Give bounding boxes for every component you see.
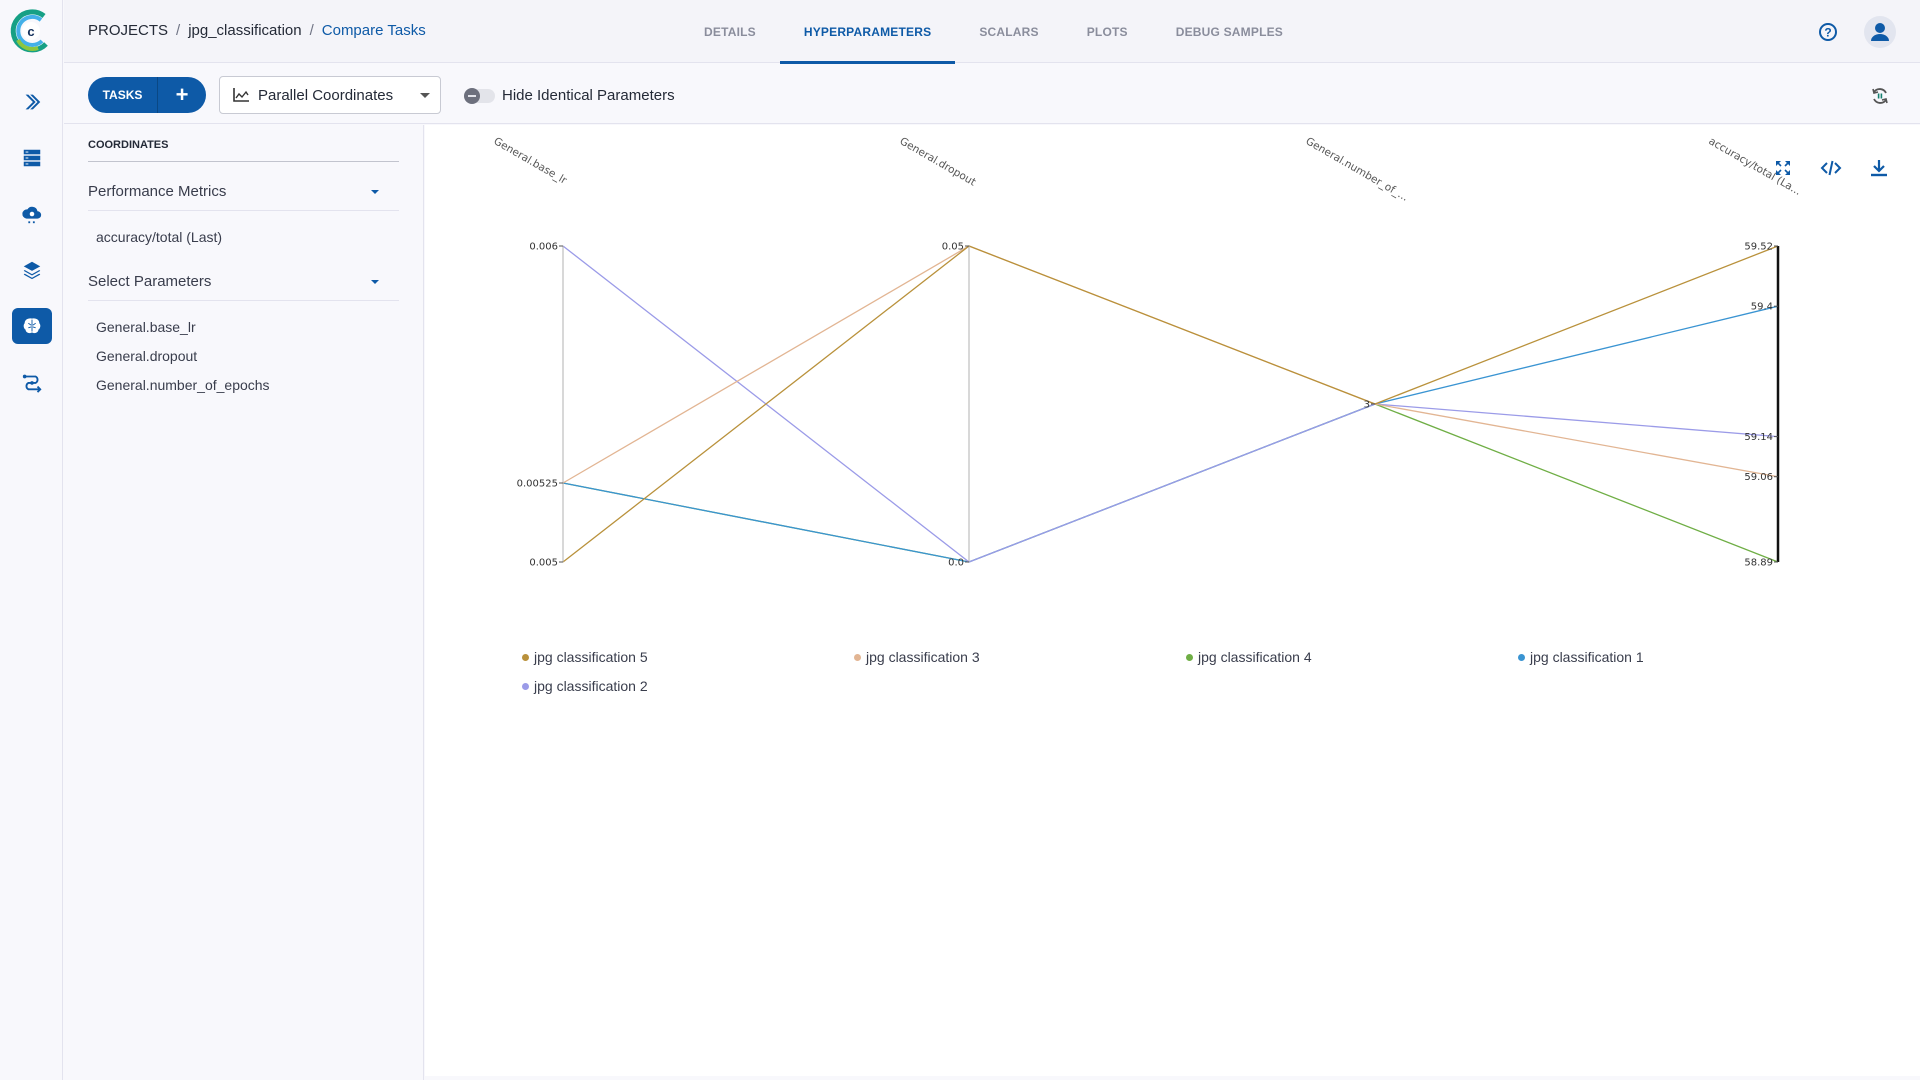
view-select-value: Parallel Coordinates xyxy=(258,86,394,104)
nav-workflows[interactable] xyxy=(12,364,52,400)
series-line[interactable] xyxy=(562,245,1779,563)
embed-code-icon[interactable] xyxy=(1820,157,1842,179)
svg-text:?: ? xyxy=(1824,26,1831,40)
caret-down-icon xyxy=(371,280,379,284)
chart-area: 0.006 0.00525 0.005 General.base_lr 0.05 0.0 G… xyxy=(425,125,1920,1076)
legend-item[interactable]: jpg classification 3 xyxy=(854,649,980,665)
tick-label: 0.005 xyxy=(529,558,558,569)
breadcrumb: PROJECTS / jpg_classification / Compare … xyxy=(88,22,426,39)
cloud-gear-icon xyxy=(22,206,42,224)
tick-label: 0.00525 xyxy=(517,479,558,490)
brain-icon xyxy=(23,318,41,334)
tab-details[interactable]: DETAILS xyxy=(680,0,780,63)
auto-refresh-icon[interactable] xyxy=(1870,86,1890,106)
series-line[interactable] xyxy=(562,305,1779,563)
breadcrumb-project[interactable]: jpg_classification xyxy=(188,22,301,39)
select-parameters-label: Select Parameters xyxy=(88,273,212,290)
tasks-button[interactable]: TASKS xyxy=(88,77,158,113)
user-icon xyxy=(1871,23,1889,41)
legend-dot xyxy=(522,682,529,690)
legend-label: jpg classification 4 xyxy=(1198,649,1312,665)
tick-label: 59.14 xyxy=(1744,432,1773,443)
nav-datasets[interactable] xyxy=(12,140,52,176)
breadcrumb-separator: / xyxy=(176,22,181,39)
legend-item[interactable]: jpg classification 2 xyxy=(522,678,648,694)
chevrons-right-icon xyxy=(25,94,41,110)
legend-item[interactable]: jpg classification 5 xyxy=(522,649,648,665)
svg-text:c: c xyxy=(27,24,34,39)
performance-metrics-label: Performance Metrics xyxy=(88,183,227,200)
performance-metrics-dropdown[interactable]: Performance Metrics xyxy=(88,173,399,211)
toggle-knob xyxy=(464,88,480,104)
nav-experiments[interactable] xyxy=(12,308,52,344)
parameter-item[interactable]: General.number_of_epochs xyxy=(96,377,270,393)
tab-hyperparameters[interactable]: HYPERPARAMETERS xyxy=(779,0,956,64)
server-rack-icon xyxy=(23,149,41,167)
axis-title: General.base_lr xyxy=(492,135,570,187)
select-parameters-dropdown[interactable]: Select Parameters xyxy=(88,263,399,301)
tick-label: 59.06 xyxy=(1744,472,1773,483)
tick-label: 59.52 xyxy=(1744,242,1773,253)
caret-down-icon xyxy=(371,190,379,194)
parameter-item[interactable]: General.dropout xyxy=(96,348,197,364)
panel-title: COORDINATES xyxy=(88,139,399,162)
tick-label: 0.006 xyxy=(529,242,558,253)
legend-label: jpg classification 2 xyxy=(534,678,648,694)
bottom-band xyxy=(425,1076,1920,1080)
tick-label: 3 xyxy=(1364,400,1370,411)
legend-label: jpg classification 5 xyxy=(534,649,648,665)
tab-debug-samples[interactable]: DEBUG SAMPLES xyxy=(1152,0,1307,63)
tick-label: 0.05 xyxy=(942,242,964,253)
tasks-button-group: TASKS + xyxy=(88,77,206,113)
axis-title: General.dropout xyxy=(898,135,978,188)
legend-dot xyxy=(522,653,529,661)
legend-dot xyxy=(1186,653,1193,661)
parameter-item[interactable]: General.base_lr xyxy=(96,319,196,335)
chevron-down-icon xyxy=(420,93,430,98)
legend-label: jpg classification 3 xyxy=(866,649,980,665)
tab-scalars[interactable]: SCALARS xyxy=(955,0,1062,63)
line-chart-icon xyxy=(233,88,249,102)
legend-item[interactable]: jpg classification 4 xyxy=(1186,649,1312,665)
axis-title: General.number_of_... xyxy=(1304,135,1411,204)
nav-pipelines[interactable] xyxy=(12,84,52,120)
tick-label: 58.89 xyxy=(1744,558,1773,569)
parallel-coordinates-chart[interactable]: 0.006 0.00525 0.005 General.base_lr 0.05 0.0 G… xyxy=(425,125,1920,625)
legend-label: jpg classification 1 xyxy=(1530,649,1644,665)
add-task-button[interactable]: + xyxy=(158,77,206,113)
legend-dot xyxy=(854,653,861,661)
tick-label: 59.4 xyxy=(1751,302,1773,313)
coordinates-panel: COORDINATES Performance Metrics accuracy… xyxy=(64,125,424,1080)
series-line[interactable] xyxy=(562,245,1779,484)
help-icon[interactable]: ? xyxy=(1818,22,1838,42)
nav-orchestration[interactable] xyxy=(12,196,52,232)
view-select[interactable]: Parallel Coordinates xyxy=(219,76,441,114)
breadcrumb-projects[interactable]: PROJECTS xyxy=(88,22,168,39)
flow-icon xyxy=(22,374,42,393)
compare-tabs: DETAILS HYPERPARAMETERS SCALARS PLOTS DE… xyxy=(680,0,1307,64)
hide-identical-toggle[interactable] xyxy=(464,88,495,104)
nav-projects[interactable] xyxy=(12,252,52,288)
legend-item[interactable]: jpg classification 1 xyxy=(1518,649,1644,665)
tab-plots[interactable]: PLOTS xyxy=(1063,0,1152,63)
fullscreen-icon[interactable] xyxy=(1772,157,1794,179)
breadcrumb-separator: / xyxy=(309,22,314,39)
user-avatar[interactable] xyxy=(1864,16,1896,48)
hide-identical-label: Hide Identical Parameters xyxy=(502,87,675,104)
layers-icon xyxy=(23,261,41,280)
tick-label: 0.0 xyxy=(948,558,964,569)
legend-dot xyxy=(1518,653,1525,661)
breadcrumb-current: Compare Tasks xyxy=(321,22,426,39)
left-nav: c xyxy=(0,0,63,1080)
header: PROJECTS / jpg_classification / Compare … xyxy=(64,0,1920,64)
download-icon[interactable] xyxy=(1868,157,1890,179)
clearml-logo[interactable]: c xyxy=(8,8,54,54)
toolbar: TASKS + Parallel Coordinates Hide Identi… xyxy=(64,64,1920,124)
metric-item[interactable]: accuracy/total (Last) xyxy=(96,229,222,245)
series-line[interactable] xyxy=(562,245,1779,563)
